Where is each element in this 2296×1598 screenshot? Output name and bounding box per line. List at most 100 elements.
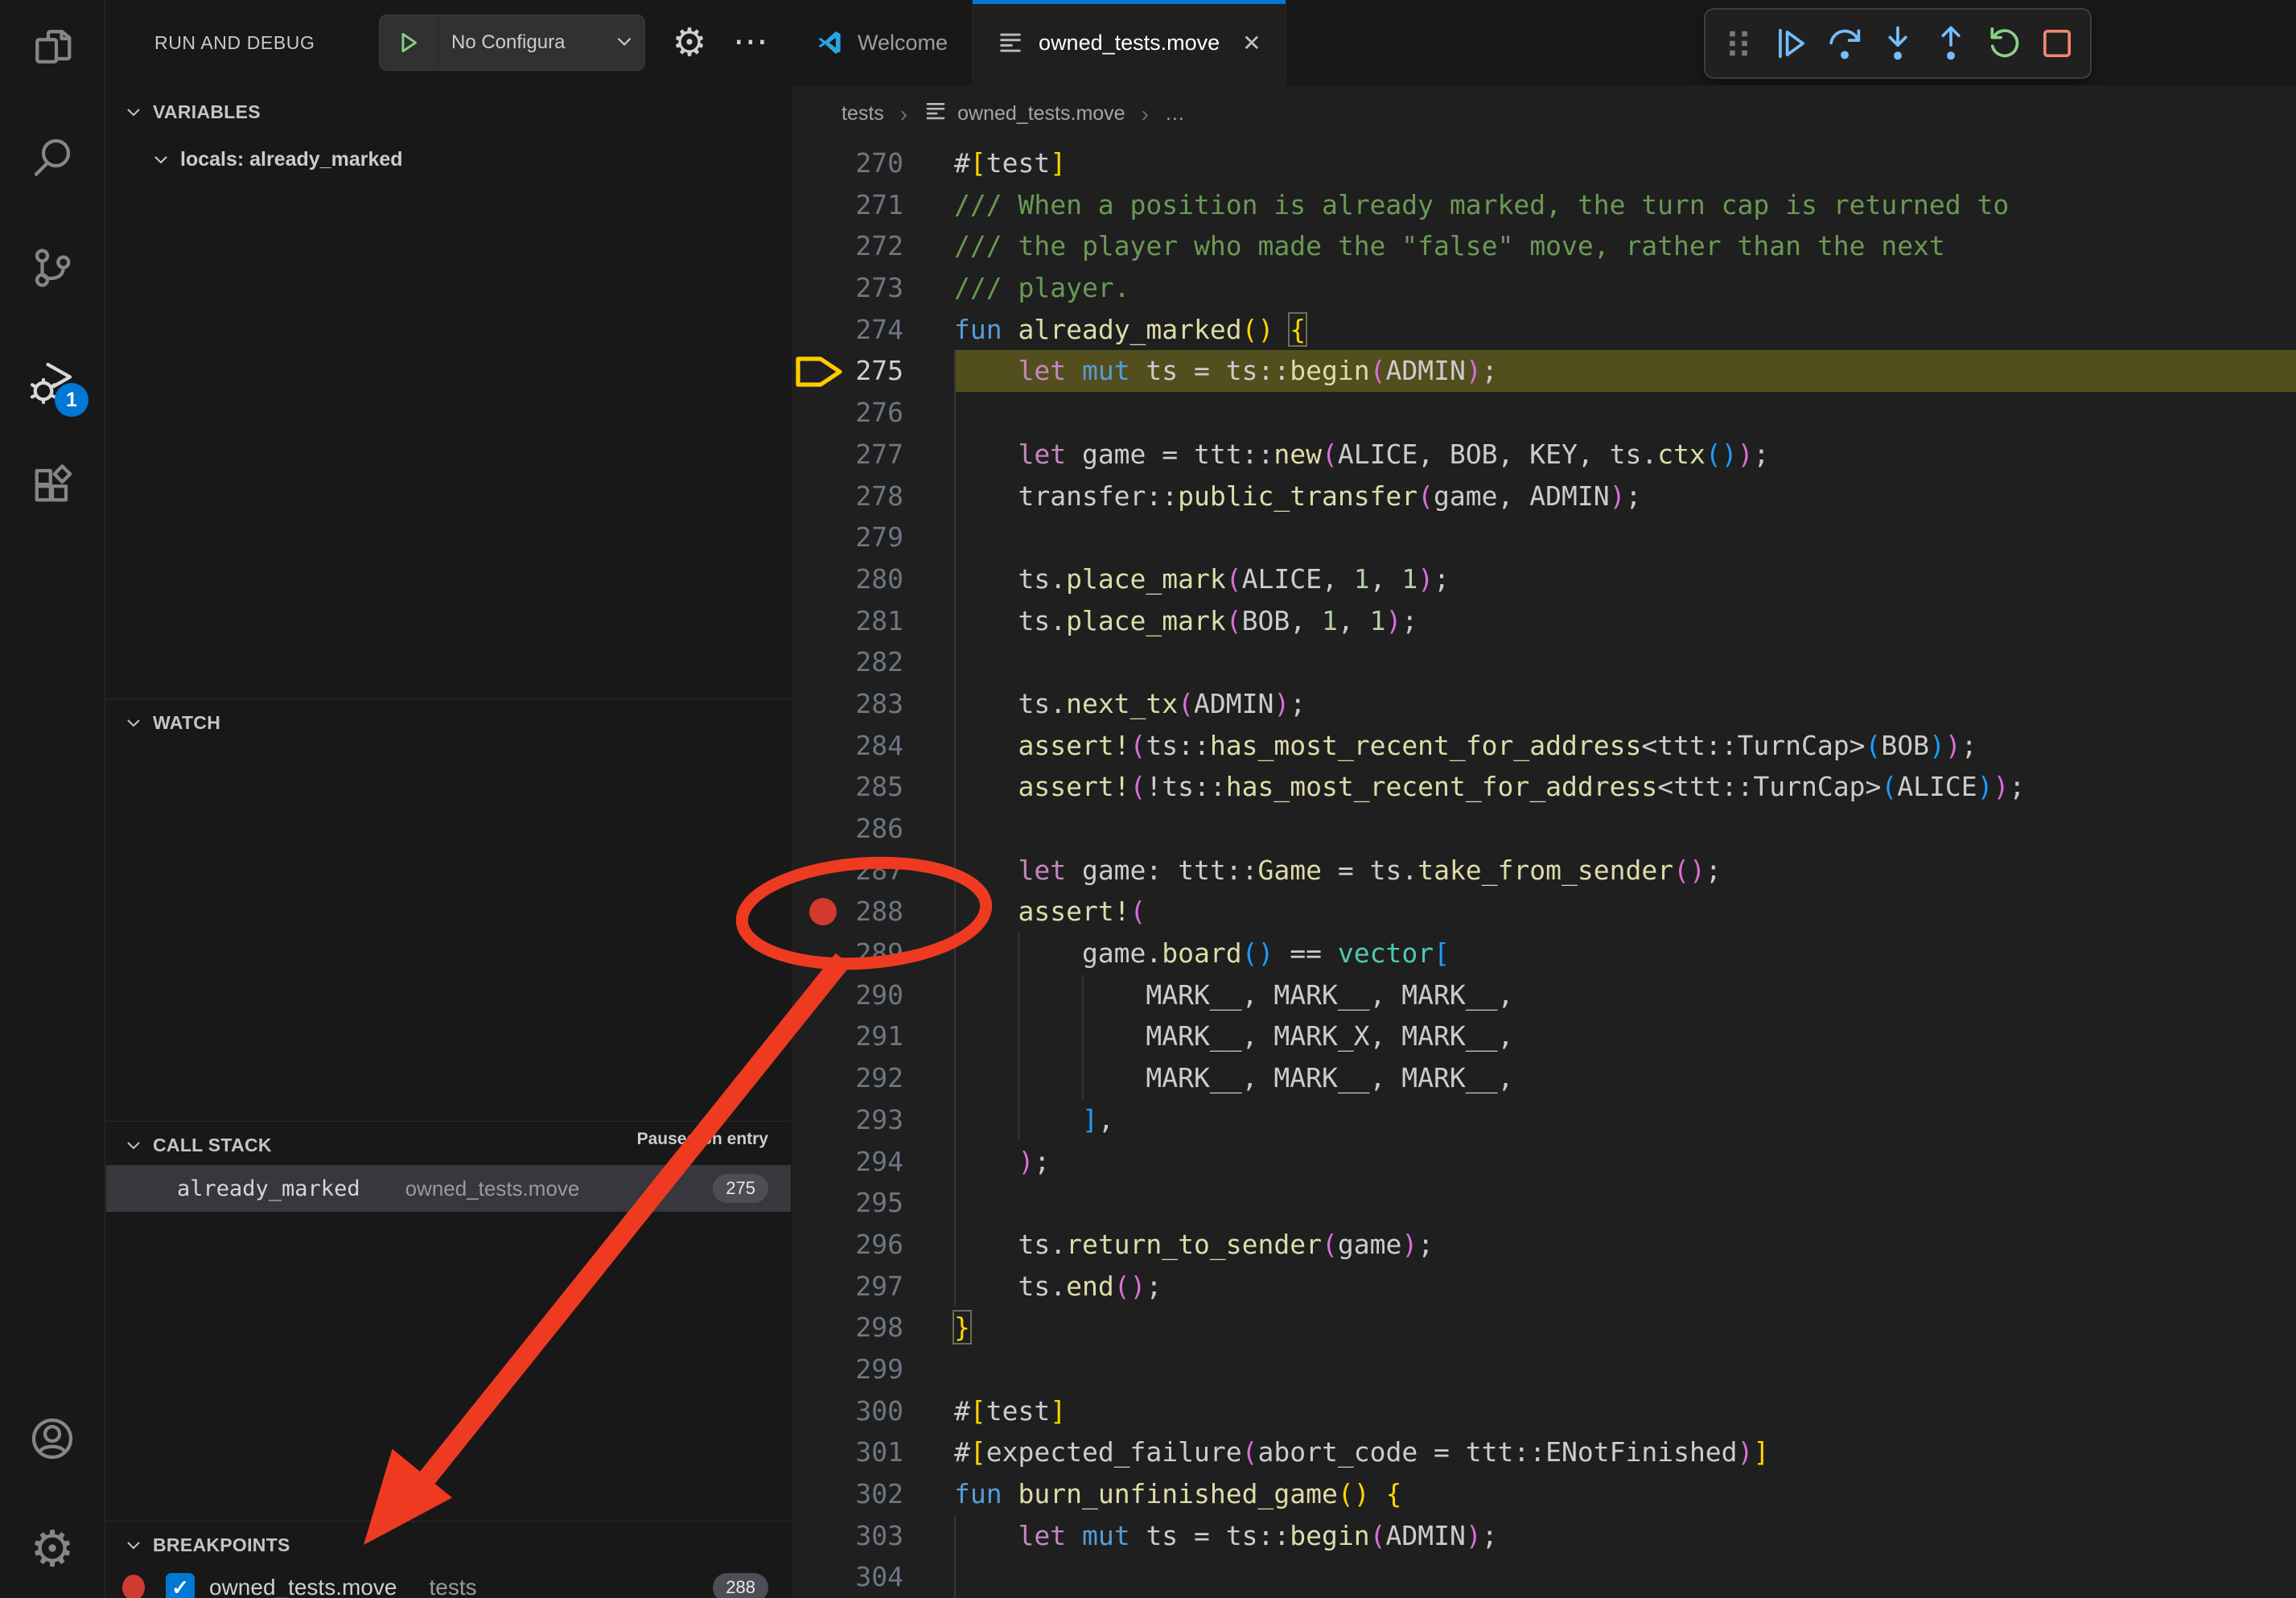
- code-line[interactable]: 296ts.return_to_sender(game);: [792, 1224, 2296, 1266]
- call-stack-frame-row[interactable]: already_marked owned_tests.move 275: [106, 1165, 791, 1212]
- line-number[interactable]: 297: [792, 1266, 903, 1308]
- code-line[interactable]: 280ts.place_mark(ALICE, 1, 1);: [792, 558, 2296, 600]
- run-and-debug-icon[interactable]: 1: [26, 356, 79, 409]
- code-line[interactable]: 283ts.next_tx(ADMIN);: [792, 683, 2296, 725]
- continue-icon[interactable]: [1769, 21, 1814, 66]
- code-line[interactable]: 297ts.end();: [792, 1266, 2296, 1308]
- code-line[interactable]: 278transfer::public_transfer(game, ADMIN…: [792, 476, 2296, 517]
- restart-icon[interactable]: [1981, 21, 2026, 66]
- account-icon[interactable]: [26, 1412, 79, 1465]
- line-number[interactable]: 293: [792, 1099, 903, 1141]
- line-number[interactable]: 272: [792, 225, 903, 267]
- variables-locals-scope[interactable]: locals: already_marked: [151, 138, 403, 180]
- code-editor[interactable]: 270#[test]271/// When a position is alre…: [792, 142, 2296, 1598]
- variables-section-header[interactable]: VARIABLES: [124, 91, 261, 133]
- line-number[interactable]: 277: [792, 434, 903, 476]
- line-number[interactable]: 288: [792, 891, 903, 933]
- close-icon[interactable]: ✕: [1242, 30, 1261, 56]
- line-number[interactable]: 281: [792, 600, 903, 642]
- breakpoints-section-header[interactable]: BREAKPOINTS: [124, 1525, 290, 1565]
- line-number[interactable]: 302: [792, 1473, 903, 1515]
- line-number[interactable]: 300: [792, 1390, 903, 1432]
- code-line[interactable]: 293],: [792, 1099, 2296, 1141]
- code-line[interactable]: 291MARK__, MARK_X, MARK__,: [792, 1015, 2296, 1057]
- drag-handle-icon[interactable]: [1716, 21, 1761, 66]
- call-stack-section-header[interactable]: CALL STACK: [124, 1125, 272, 1165]
- line-number[interactable]: 271: [792, 184, 903, 226]
- line-number[interactable]: 301: [792, 1431, 903, 1473]
- code-line[interactable]: 288assert!(: [792, 891, 2296, 933]
- code-line[interactable]: 295: [792, 1182, 2296, 1224]
- code-line[interactable]: 276: [792, 392, 2296, 434]
- code-line[interactable]: 290MARK__, MARK__, MARK__,: [792, 974, 2296, 1016]
- line-number[interactable]: 304: [792, 1556, 903, 1598]
- code-line[interactable]: 286: [792, 808, 2296, 850]
- line-number[interactable]: 287: [792, 850, 903, 892]
- start-debugging-icon[interactable]: [380, 15, 438, 70]
- code-line[interactable]: 270#[test]: [792, 142, 2296, 184]
- more-actions-icon[interactable]: ⋯: [722, 14, 779, 68]
- line-number[interactable]: 282: [792, 641, 903, 683]
- step-over-icon[interactable]: [1822, 21, 1867, 66]
- line-number[interactable]: 285: [792, 766, 903, 808]
- line-number[interactable]: 279: [792, 517, 903, 558]
- code-line[interactable]: 302fun burn_unfinished_game() {: [792, 1473, 2296, 1515]
- step-out-icon[interactable]: [1928, 21, 1973, 66]
- line-number[interactable]: 276: [792, 392, 903, 434]
- line-number[interactable]: 299: [792, 1349, 903, 1390]
- line-number[interactable]: 289: [792, 933, 903, 974]
- line-number[interactable]: 286: [792, 808, 903, 850]
- line-number[interactable]: 284: [792, 725, 903, 767]
- code-line[interactable]: 284assert!(ts::has_most_recent_for_addre…: [792, 725, 2296, 767]
- breadcrumb-item[interactable]: owned_tests.move: [924, 99, 1125, 129]
- code-line[interactable]: 303let mut ts = ts::begin(ADMIN);: [792, 1515, 2296, 1557]
- line-number[interactable]: 296: [792, 1224, 903, 1266]
- breakpoint-enabled-checkbox[interactable]: ✓: [166, 1573, 195, 1598]
- search-icon[interactable]: [26, 130, 79, 183]
- extensions-icon[interactable]: [26, 459, 79, 512]
- line-number[interactable]: 294: [792, 1141, 903, 1183]
- code-line[interactable]: 285assert!(!ts::has_most_recent_for_addr…: [792, 766, 2296, 808]
- code-line[interactable]: 273/// player.: [792, 267, 2296, 309]
- tab-owned-tests-move[interactable]: owned_tests.move✕: [973, 0, 1286, 85]
- tab-welcome[interactable]: Welcome: [792, 0, 973, 85]
- code-line[interactable]: 277let game = ttt::new(ALICE, BOB, KEY, …: [792, 434, 2296, 476]
- code-line[interactable]: 294);: [792, 1141, 2296, 1183]
- settings-icon[interactable]: ⚙: [26, 1522, 79, 1575]
- line-number[interactable]: 270: [792, 142, 903, 184]
- stop-icon[interactable]: [2035, 21, 2080, 66]
- step-into-icon[interactable]: [1875, 21, 1920, 66]
- line-number[interactable]: 291: [792, 1015, 903, 1057]
- code-line[interactable]: 287let game: ttt::Game = ts.take_from_se…: [792, 850, 2296, 892]
- code-line[interactable]: 279: [792, 517, 2296, 558]
- source-control-icon[interactable]: [26, 241, 79, 294]
- code-line[interactable]: 299: [792, 1349, 2296, 1390]
- line-number[interactable]: 303: [792, 1515, 903, 1557]
- breadcrumb-item[interactable]: tests: [841, 102, 884, 126]
- files-icon[interactable]: [26, 20, 79, 73]
- breakpoint-list-item[interactable]: ✓ owned_tests.move tests 288: [106, 1566, 791, 1598]
- line-number[interactable]: 274: [792, 309, 903, 351]
- code-line[interactable]: 274fun already_marked() {: [792, 309, 2296, 351]
- code-line[interactable]: 300#[test]: [792, 1390, 2296, 1432]
- code-line[interactable]: 282: [792, 641, 2296, 683]
- code-line[interactable]: 271/// When a position is already marked…: [792, 184, 2296, 226]
- watch-section-header[interactable]: WATCH: [124, 702, 220, 743]
- line-number[interactable]: 298: [792, 1307, 903, 1349]
- code-line[interactable]: 289game.board() == vector[: [792, 933, 2296, 974]
- breadcrumb-item[interactable]: …: [1165, 102, 1185, 126]
- line-number[interactable]: 280: [792, 558, 903, 600]
- code-line[interactable]: 275let mut ts = ts::begin(ADMIN);: [792, 350, 2296, 392]
- debug-settings-gear-icon[interactable]: ⚙: [663, 16, 716, 69]
- code-line[interactable]: 301#[expected_failure(abort_code = ttt::…: [792, 1431, 2296, 1473]
- line-number[interactable]: 283: [792, 683, 903, 725]
- code-line[interactable]: 298}: [792, 1307, 2296, 1349]
- code-line[interactable]: 281ts.place_mark(BOB, 1, 1);: [792, 600, 2296, 642]
- line-number[interactable]: 290: [792, 974, 903, 1016]
- line-number[interactable]: 273: [792, 267, 903, 309]
- code-line[interactable]: 304: [792, 1556, 2296, 1598]
- line-number[interactable]: 295: [792, 1182, 903, 1224]
- line-number[interactable]: 278: [792, 476, 903, 517]
- debug-config-button[interactable]: No Configura: [379, 14, 645, 71]
- line-number[interactable]: 292: [792, 1057, 903, 1099]
